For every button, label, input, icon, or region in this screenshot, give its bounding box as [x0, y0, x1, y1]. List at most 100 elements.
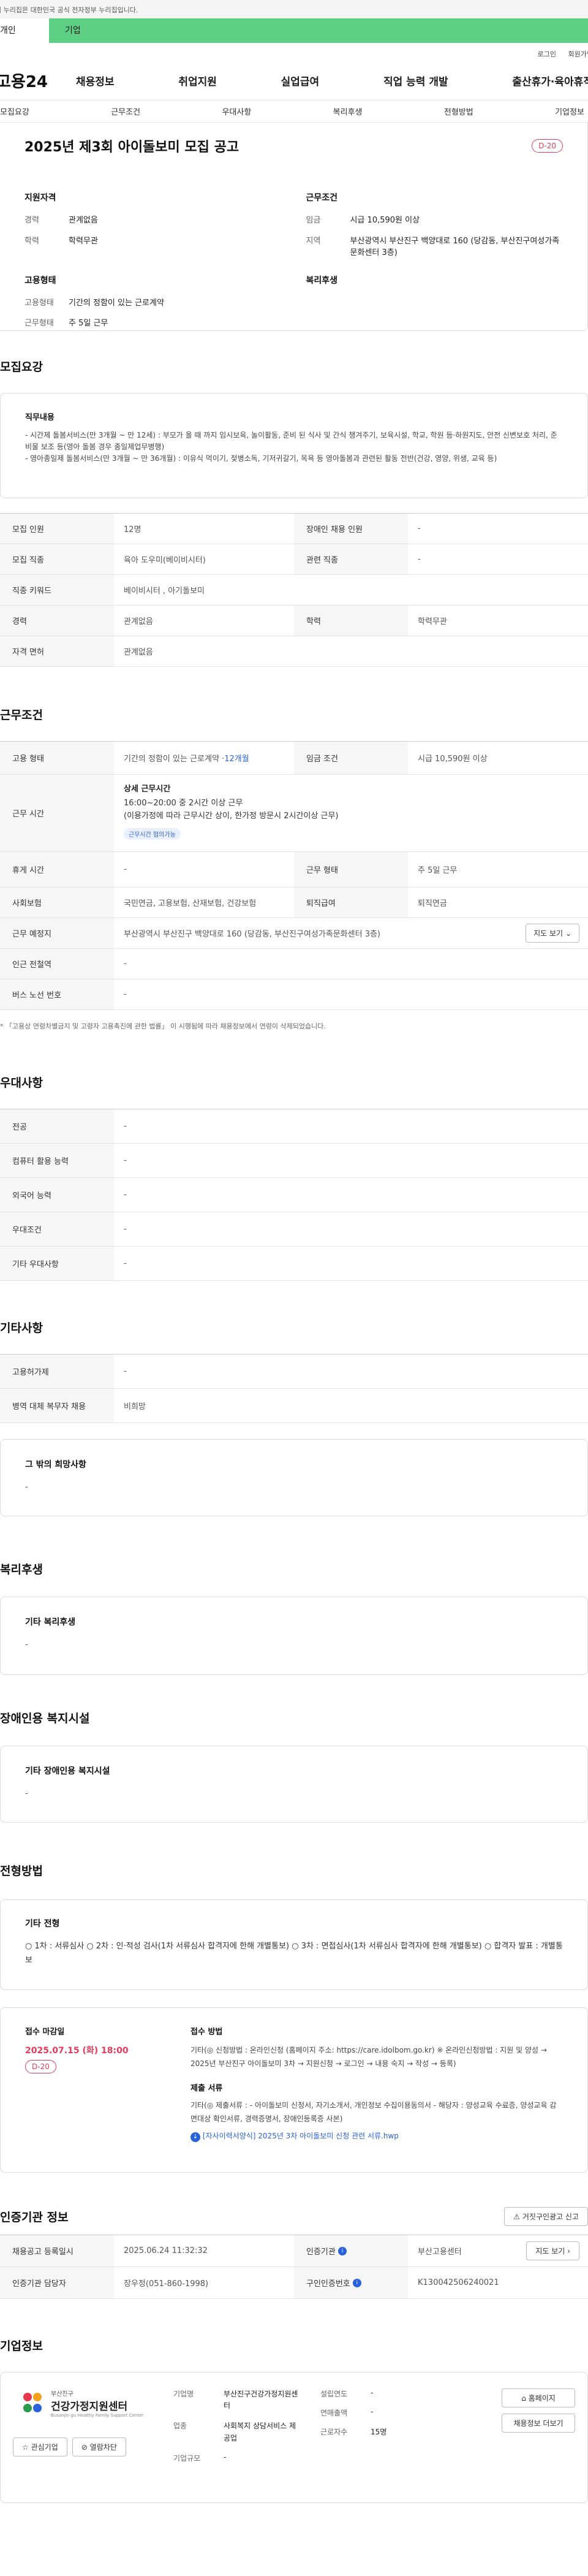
table-row: 자격 면허 관계없음: [0, 636, 588, 667]
cert-map-button[interactable]: 지도 보기 ›: [526, 2241, 579, 2260]
table-value: -: [124, 990, 127, 999]
table-row: 외국어 능력 -: [0, 1178, 588, 1212]
block-company-button[interactable]: ⊘ 열람차단: [72, 2437, 126, 2456]
etc-table: 고용허가제 - 병역 대체 복무자 채용 비희망: [0, 1354, 588, 1423]
table-key: 경력: [0, 606, 114, 636]
cert-map-label: 지도 보기: [535, 2247, 565, 2255]
info-icon[interactable]: i: [352, 2278, 361, 2287]
application-box: 접수 마감일 2025.07.15 (화) 18:00 D-20 접수 방법 기…: [0, 2007, 588, 2173]
gnb-item-jobs[interactable]: 채용정보: [76, 73, 115, 88]
summary-conditions: 근무조건 임금 시급 10,590원 이상 지역 부산광역시 부산진구 백양대로 1…: [306, 191, 564, 268]
company-links: ⌂ 홈페이지 채용정보 더보기: [467, 2388, 575, 2487]
table-value: 상세 근무시간 16:00~20:00 중 2시간 이상 근무 (이용가정에 따…: [114, 775, 588, 851]
gnb-item-parental-leave[interactable]: 출산휴가·육아휴직: [512, 73, 588, 88]
snb-item-welfare[interactable]: 복리후생: [333, 105, 363, 117]
gnb-menu: 채용정보 취업지원 실업급여 직업 능력 개발 출산휴가·육아휴직: [76, 73, 588, 88]
signup-link[interactable]: 회원가입: [568, 50, 588, 58]
job-title: 2025년 제3회 아이돌보미 모집 공고: [24, 140, 239, 155]
duty-line: - 시간제 돌봄서비스(만 3개월 ~ 만 12세) : 부모가 올 때 까지 …: [25, 431, 557, 452]
table-value: 베이비시터 , 아기돌보미: [124, 587, 205, 596]
summary-value: 부산광역시 부산진구 백양대로 160 (당감동, 부산진구여성가족문화센터 3…: [350, 236, 560, 258]
table-key: 외국어 능력: [0, 1178, 114, 1212]
company-field-label: 업종: [173, 2422, 187, 2431]
logo-english: Busanjin-gu Healthy Family Support Cente…: [51, 2413, 144, 2418]
hope-value: -: [25, 1483, 28, 1492]
table-value: -: [418, 524, 421, 533]
more-jobs-button[interactable]: 채용정보 더보기: [502, 2414, 575, 2433]
welfare-value: -: [25, 1640, 28, 1649]
family-center-logo-icon: [23, 2393, 42, 2412]
false-ad-report-button[interactable]: ⚠ 거짓구인광고 신고: [504, 2207, 588, 2226]
homepage-button[interactable]: ⌂ 홈페이지: [502, 2388, 575, 2407]
snb-item-company[interactable]: 기업정보: [555, 105, 584, 117]
table-key: 장애인 채용 인원: [294, 514, 408, 544]
star-icon: ☆: [22, 2443, 29, 2452]
snb-item-recruit[interactable]: 모집요강: [0, 105, 29, 117]
age-law-note: * 「고용상 연령차별금지 및 고령자 고용촉진에 관한 법률」 이 시행됨에 …: [0, 1022, 326, 1030]
table-row: 우대조건 -: [0, 1212, 588, 1247]
cert-header: 인증기관 정보 ⚠ 거짓구인광고 신고: [0, 2207, 588, 2226]
method-area: 접수 방법 기타(◎ 신청방법 : 온라인신청 (홈페이지 주소: https:…: [190, 2025, 563, 2155]
table-value: -: [124, 1367, 127, 1376]
more-jobs-label: 채용정보 더보기: [513, 2419, 564, 2428]
snb-item-work[interactable]: 근무조건: [111, 105, 140, 117]
duty-line: - 영아종일제 돌봄서비스(만 3개월 ~ 만 36개월) : 이유식 먹이기,…: [25, 454, 497, 463]
company-industry: 사회복지 상담서비스 제공업: [224, 2422, 296, 2442]
table-value: -: [124, 1156, 127, 1165]
gov-banner: 이 누리집은 대한민국 공식 전자정부 누리집입니다.: [0, 0, 588, 18]
job-summary-card: 2025년 제3회 아이돌보미 모집 공고 D-20 지원자격 경력 관계없음 학…: [0, 123, 588, 331]
tab-individual[interactable]: 개인: [0, 18, 49, 43]
table-value: 부산광역시 부산진구 백양대로 160 (당감동, 부산진구여성가족문화센터 3…: [114, 918, 588, 948]
table-key: 사회보험: [0, 887, 114, 918]
attachment-link[interactable]: ↓ [자사이력서양식] 2025년 3차 아이돌보미 신청 관련 서류.hwp: [190, 2130, 563, 2143]
snb-item-pref[interactable]: 우대사항: [222, 105, 251, 117]
disability-label: 기타 장애인용 복지시설: [25, 1766, 110, 1776]
login-link[interactable]: 로그인: [538, 50, 556, 58]
table-key: 관련 직종: [294, 544, 408, 574]
map-button-label: 지도 보기: [533, 929, 564, 938]
section-nav: 모집요강 근무조건 우대사항 복리후생 전형방법 기업정보: [0, 101, 588, 123]
table-key: 학력: [294, 606, 408, 636]
table-value: 기간의 정함이 있는 근로계약 · 12개월: [114, 742, 294, 774]
duty-label: 직무내용: [25, 413, 55, 422]
info-icon[interactable]: i: [337, 2246, 347, 2255]
company-box: 부산진구 건강가정지원센터 Busanjin-gu Healthy Family…: [0, 2372, 588, 2503]
table-key: 인증기관 담당자: [0, 2267, 114, 2298]
contract-months: 12개월: [224, 754, 249, 764]
tab-company[interactable]: 기업: [49, 18, 81, 43]
table-key: 전공: [0, 1109, 114, 1143]
cert-agency-label: 인증기관: [306, 2247, 336, 2257]
table-value: 국민연금, 고용보험, 산재보험, 건강보험: [124, 899, 257, 908]
table-key: 구인인증번호 i: [294, 2267, 408, 2298]
qualification-heading: 지원자격: [24, 193, 56, 203]
hours-title: 상세 근무시간: [124, 785, 171, 794]
table-value: 비희망: [124, 1402, 146, 1411]
hours-line: 16:00~20:00 중 2시간 이상 근무: [124, 799, 243, 808]
table-key: 컴퓨터 활용 능력: [0, 1144, 114, 1177]
table-row: 전공 -: [0, 1109, 588, 1144]
gnb-item-unemployment-benefit[interactable]: 실업급여: [281, 73, 320, 88]
table-row: 병역 대체 복무자 채용 비희망: [0, 1389, 588, 1423]
section-title-company: 기업정보: [0, 2339, 43, 2353]
table-value: 육아 도우미(베이비시터): [124, 556, 206, 565]
duty-box: 직무내용 - 시간제 돌봄서비스(만 3개월 ~ 만 12세) : 부모가 올 …: [0, 393, 588, 498]
gnb-item-employment-support[interactable]: 취업지원: [178, 73, 217, 88]
gnb-item-skills[interactable]: 직업 능력 개발: [383, 73, 448, 88]
table-value: 관계없음: [124, 617, 153, 626]
table-value: -: [124, 959, 127, 968]
table-value: 12명: [124, 525, 141, 534]
docs-value: 기타(◎ 제출서류 : - 아이돌보미 신청서, 자기소개서, 개인정보 수집이…: [190, 2101, 557, 2123]
company-revenue: -: [371, 2407, 374, 2416]
chevron-right-icon: ›: [567, 2247, 570, 2255]
table-value: 주 5일 근무: [418, 866, 458, 875]
report-icon: ⚠: [513, 2213, 521, 2221]
utility-links: 로그인 회원가입: [0, 43, 588, 61]
favorite-company-button[interactable]: ☆ 관심기업: [13, 2437, 67, 2456]
table-value: -: [124, 865, 127, 874]
summary-label: 경력: [24, 216, 39, 225]
section-title-pref: 우대사항: [0, 1076, 43, 1090]
snb-item-selection[interactable]: 전형방법: [444, 105, 473, 117]
site-logo[interactable]: 고용24: [0, 69, 76, 92]
map-view-button[interactable]: 지도 보기 ⌄: [526, 924, 579, 943]
section-title-etc: 기타사항: [0, 1321, 43, 1335]
